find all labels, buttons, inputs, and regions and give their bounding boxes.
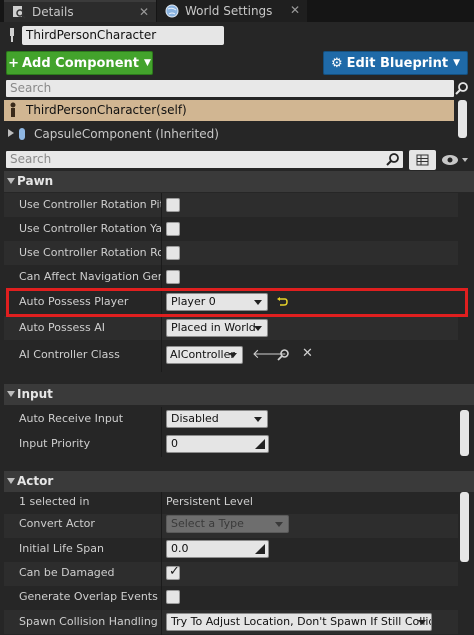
grid-icon [416,154,429,166]
can-be-damaged-checkbox[interactable]: ✓ [166,564,180,580]
convert-actor-value: Select a Type [171,517,244,530]
prop-auto-possess-ai: Auto Possess AI [19,321,105,334]
add-component-label: Add Component [21,55,139,71]
prop-use-controller-rotation-roll: Use Controller Rotation Roll [19,246,161,259]
auto-possess-ai-value: Placed in World [171,321,256,334]
prop-auto-receive-input: Auto Receive Input [19,412,124,425]
components-search-input[interactable]: Search [6,80,454,97]
input-priority-field[interactable]: 0 [166,435,269,453]
chevron-down-icon [275,522,283,527]
prop-input-priority: Input Priority [19,437,91,450]
convert-actor-dropdown[interactable]: Select a Type [166,515,289,533]
plus-icon: + [8,55,19,71]
category-actor-title: Actor [17,474,54,488]
column-divider[interactable] [161,492,162,635]
auto-receive-input-dropdown[interactable]: Disabled [166,410,268,428]
collapse-arrow-icon[interactable] [7,178,15,184]
prop-convert-actor: Convert Actor [19,517,95,530]
actor-scrollbar[interactable] [460,492,469,562]
initial-life-span-field[interactable]: 0.0 [166,540,269,558]
capsule-icon [19,128,25,140]
navigation-checkbox[interactable] [166,270,180,284]
close-icon[interactable]: ✕ [290,3,300,17]
chevron-down-icon [229,353,237,358]
column-divider[interactable] [161,193,162,379]
highlight-box [6,288,468,317]
spacer [4,372,474,382]
edit-blueprint-button[interactable]: ⚙ Edit Blueprint ▼ [323,51,468,75]
chevron-down-icon [418,620,426,625]
ai-controller-class-value: AIController [170,348,235,361]
category-input[interactable]: Input [4,384,474,405]
collapse-arrow-icon[interactable] [7,391,15,397]
drag-corner-icon [255,544,265,554]
expand-arrow-icon[interactable] [8,129,14,137]
eye-icon[interactable] [441,154,469,166]
input-priority-value: 0 [171,437,178,450]
add-component-button[interactable]: + Add Component ▼ [6,51,153,75]
edit-blueprint-label: Edit Blueprint [346,55,449,71]
browse-icon[interactable] [277,348,290,361]
prop-initial-life-span: Initial Life Span [19,542,104,555]
prop-can-affect-navigation: Can Affect Navigation Generation [19,270,161,283]
search-icon[interactable] [455,81,469,95]
component-self-row[interactable]: ThirdPersonCharacter(self) [4,100,454,121]
component-capsule-row[interactable]: CapsuleComponent (Inherited) [4,124,454,145]
clear-icon[interactable]: ✕ [302,346,313,361]
initial-life-span-value: 0.0 [171,542,189,555]
auto-receive-input-value: Disabled [171,412,219,425]
pitch-checkbox[interactable] [166,198,180,212]
gears-icon: ⚙ [330,55,343,71]
tab-details-label: Details [32,5,74,19]
prop-use-controller-rotation-pitch: Use Controller Rotation Pitch [19,198,161,211]
magnifier-doc-icon [13,6,26,19]
spawn-collision-dropdown[interactable]: Try To Adjust Location, Don't Spawn If S… [166,613,432,631]
close-icon[interactable]: ✕ [139,5,149,19]
roll-checkbox[interactable] [166,246,180,260]
property-matrix-button[interactable] [409,150,436,170]
yaw-checkbox[interactable] [166,222,180,236]
spacer [4,459,474,469]
prop-can-be-damaged: Can be Damaged [19,566,115,579]
tab-world-settings-label: World Settings [185,4,273,18]
tab-world-settings[interactable]: World Settings ✕ [157,0,307,22]
overlap-events-checkbox[interactable] [166,590,180,604]
input-scrollbar[interactable] [460,410,469,456]
selected-level-value: Persistent Level [166,495,253,508]
pin-icon [10,28,14,42]
prop-selected-in: 1 selected in [19,495,90,508]
details-search-input[interactable]: Search [6,151,403,168]
chevron-down-icon [254,326,262,331]
collapse-arrow-icon[interactable] [7,478,15,484]
chevron-down-icon: ▼ [143,58,151,68]
ai-controller-class-dropdown[interactable]: AIController [166,346,243,364]
prop-spawn-collision-handling: Spawn Collision Handling Method [19,615,161,628]
check-icon: ✓ [169,564,180,579]
chevron-down-icon: ▼ [453,58,461,68]
component-self-label: ThirdPersonCharacter(self) [26,103,187,117]
character-icon [10,102,16,117]
search-icon[interactable] [386,152,400,166]
category-input-title: Input [17,387,53,401]
auto-possess-ai-dropdown[interactable]: Placed in World [166,319,268,337]
column-divider[interactable] [161,407,162,457]
chevron-down-icon [254,417,262,422]
spawn-collision-value: Try To Adjust Location, Don't Spawn If S… [171,615,432,628]
category-actor[interactable]: Actor [4,471,474,492]
category-pawn-title: Pawn [17,174,54,188]
prop-ai-controller-class: AI Controller Class [19,348,120,361]
drag-corner-icon [255,439,265,449]
components-scrollbar[interactable] [458,100,467,138]
object-name-field[interactable]: ThirdPersonCharacter [22,26,224,45]
prop-use-controller-rotation-yaw: Use Controller Rotation Yaw [19,222,161,235]
category-pawn[interactable]: Pawn [4,171,474,192]
tab-details[interactable]: Details ✕ [4,0,156,22]
component-capsule-label: CapsuleComponent (Inherited) [34,127,219,141]
globe-icon [165,4,179,18]
prop-generate-overlap-events: Generate Overlap Events During Level Str… [19,590,161,603]
